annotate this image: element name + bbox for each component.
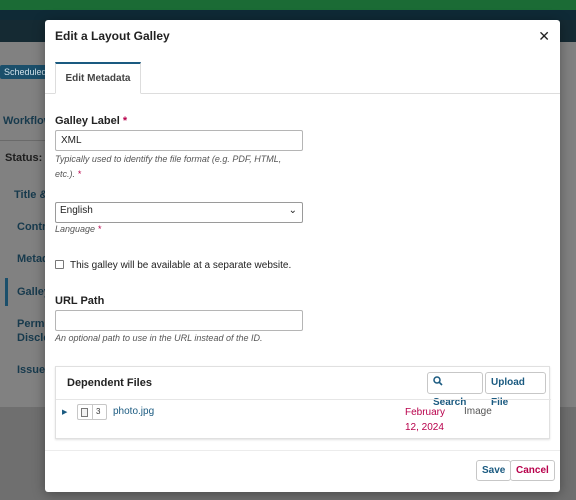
close-icon[interactable]: ✕: [538, 29, 550, 43]
app-brand-stripe: [0, 0, 576, 10]
status-badge: Scheduled: [0, 65, 51, 79]
galley-label-help-line2: etc.). *: [55, 167, 281, 182]
nav-item-title[interactable]: Title &: [14, 189, 47, 201]
expand-row-icon[interactable]: ▶: [62, 408, 67, 416]
remote-galley-checkbox[interactable]: [55, 260, 64, 269]
chevron-down-icon: ⌄: [288, 205, 297, 216]
galley-label-help: Typically used to identify the file form…: [55, 152, 281, 182]
url-path-input[interactable]: [55, 310, 303, 331]
galley-label-help-line2-text: etc.).: [55, 169, 76, 179]
file-icon: [81, 408, 88, 417]
file-name-link[interactable]: photo.jpg: [113, 406, 154, 417]
galley-label-help-required-mark: *: [77, 169, 82, 179]
background-divider: [0, 140, 45, 141]
required-mark: *: [122, 115, 128, 127]
file-id: 3: [96, 407, 101, 416]
nav-item-issue[interactable]: Issue: [17, 364, 45, 376]
galley-label-input[interactable]: [55, 130, 303, 151]
url-path-help: An optional path to use in the URL inste…: [55, 333, 263, 343]
search-icon: [433, 376, 443, 386]
nav-item-permissions[interactable]: Permi: [17, 318, 48, 330]
nav-active-indicator: [5, 278, 8, 306]
app-top-bar: [0, 0, 576, 20]
remote-galley-label: This galley will be available at a separ…: [70, 260, 292, 271]
file-date: February 12, 2024: [405, 405, 465, 435]
language-help: Language *: [55, 222, 101, 237]
tab-edit-metadata[interactable]: Edit Metadata: [55, 62, 141, 94]
upload-file-button[interactable]: Upload File: [485, 372, 546, 408]
file-date-line1: February: [405, 407, 446, 418]
dependent-files-title: Dependent Files: [67, 377, 152, 389]
url-path-heading: URL Path: [55, 295, 105, 307]
edit-galley-modal: Edit a Layout Galley ✕ Edit Metadata Gal…: [45, 20, 560, 492]
galley-label-help-line1: Typically used to identify the file form…: [55, 154, 282, 164]
dependent-files-divider: [56, 399, 551, 400]
file-id-chip: 3: [77, 404, 107, 420]
modal-title: Edit a Layout Galley: [55, 29, 170, 43]
file-chip-separator: [92, 405, 93, 419]
nav-item-metadata[interactable]: Metad: [17, 253, 49, 265]
galley-label-text: Galley Label: [55, 115, 120, 127]
language-selected-value: English: [60, 205, 93, 216]
language-required-mark: *: [97, 224, 102, 234]
save-button[interactable]: Save: [476, 460, 512, 481]
dependent-files-panel: Dependent Files Search Upload File ▶ 3 p…: [55, 366, 551, 439]
search-button[interactable]: Search: [427, 372, 483, 408]
cancel-button[interactable]: Cancel: [510, 460, 555, 481]
remote-galley-option: This galley will be available at a separ…: [55, 260, 291, 271]
galley-label-heading: Galley Label *: [55, 115, 127, 127]
modal-tabs: Edit Metadata: [45, 62, 560, 94]
file-type: Image: [464, 406, 492, 417]
modal-footer-divider: [45, 450, 560, 451]
language-select[interactable]: English ⌄: [55, 202, 303, 223]
file-date-line2: 12, 2024: [405, 422, 444, 433]
language-help-text: Language: [55, 224, 96, 234]
